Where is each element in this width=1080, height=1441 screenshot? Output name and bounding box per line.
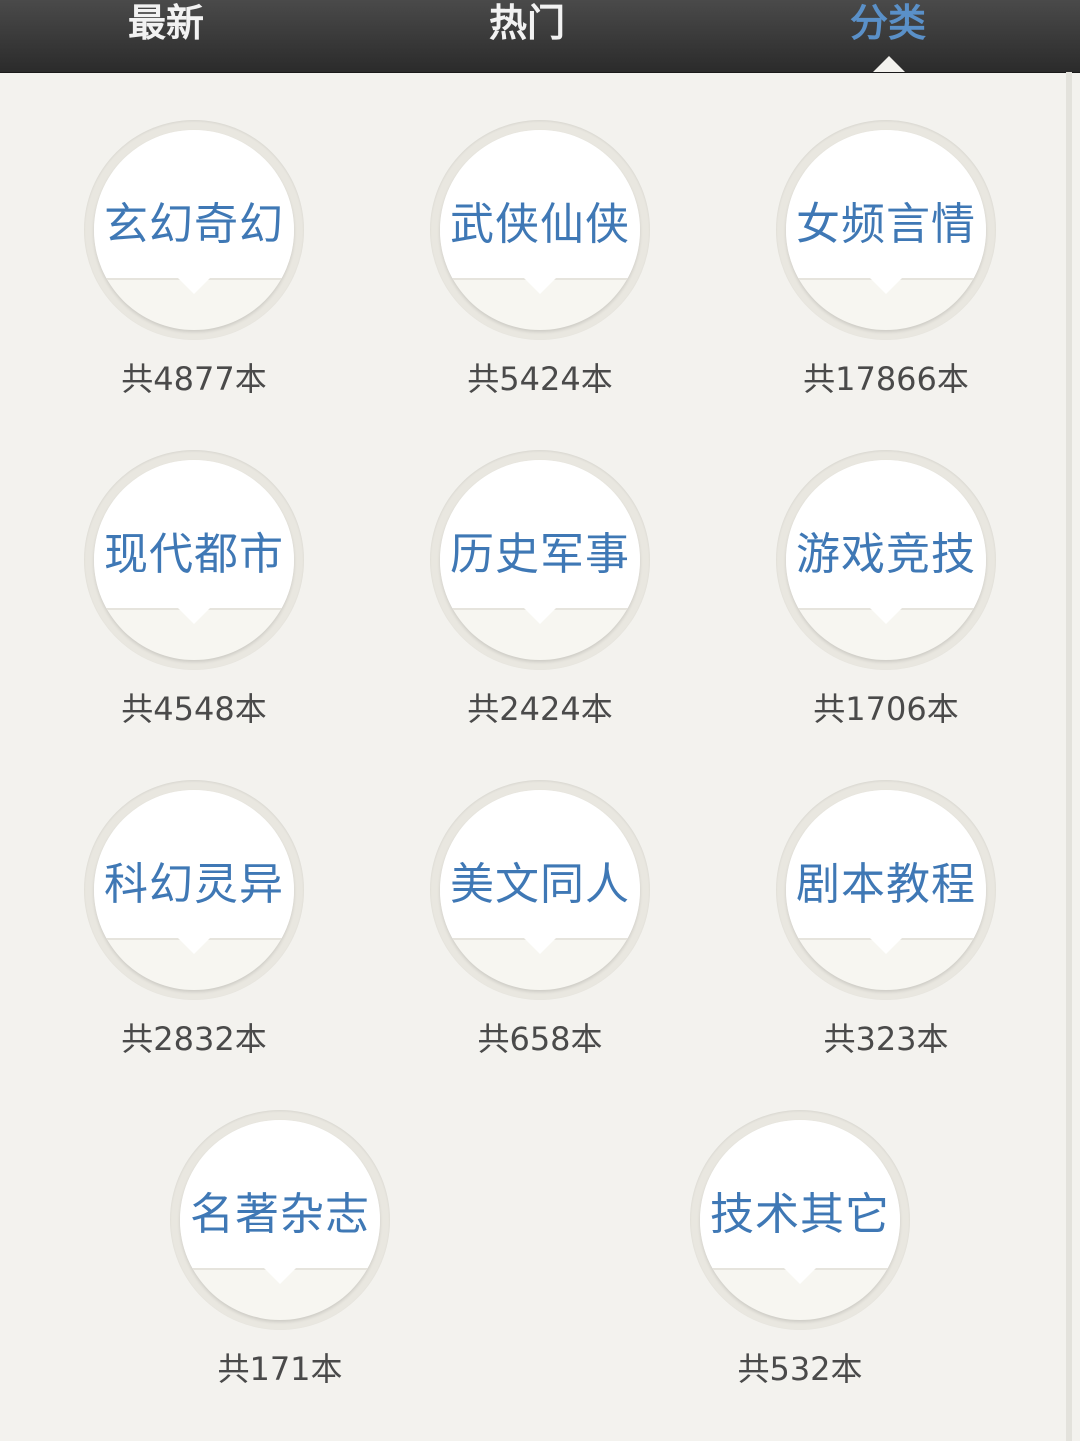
category-name: 技术其它 [710, 1189, 890, 1240]
bubble-pointer [264, 1268, 296, 1284]
bubble-pointer [178, 608, 210, 624]
category-bubble: 名著杂志 [180, 1120, 380, 1320]
category-fanfic[interactable]: 美文同人 共658本 [430, 780, 650, 1060]
category-name: 美文同人 [450, 859, 630, 910]
category-count: 共17866本 [803, 360, 969, 398]
category-gaming[interactable]: 游戏竞技 共1706本 [776, 450, 996, 730]
tab-categories[interactable]: 分类 [768, 0, 1008, 60]
category-count: 共2832本 [121, 1020, 267, 1058]
category-history[interactable]: 历史军事 共2424本 [430, 450, 650, 730]
tab-latest[interactable]: 最新 [46, 0, 286, 60]
category-bubble: 玄幻奇幻 [94, 130, 294, 330]
category-count: 共532本 [737, 1350, 863, 1388]
bubble-pointer [870, 608, 902, 624]
top-tab-bar: 最新 热门 分类 [0, 0, 1080, 73]
category-name: 现代都市 [104, 529, 284, 580]
category-tech-other[interactable]: 技术其它 共532本 [690, 1110, 910, 1390]
category-name: 游戏竞技 [796, 529, 976, 580]
category-bubble: 科幻灵异 [94, 790, 294, 990]
bubble-pointer [870, 278, 902, 294]
bubble-pointer [784, 1268, 816, 1284]
bubble-pointer [178, 938, 210, 954]
category-count: 共2424本 [467, 690, 613, 728]
category-scifi[interactable]: 科幻灵异 共2832本 [84, 780, 304, 1060]
category-name: 剧本教程 [796, 859, 976, 910]
category-count: 共5424本 [467, 360, 613, 398]
category-count: 共4877本 [121, 360, 267, 398]
category-urban[interactable]: 现代都市 共4548本 [84, 450, 304, 730]
bubble-pointer [178, 278, 210, 294]
category-name: 名著杂志 [190, 1189, 370, 1240]
category-count: 共658本 [477, 1020, 603, 1058]
category-romance[interactable]: 女频言情 共17866本 [776, 120, 996, 400]
category-name: 武侠仙侠 [450, 199, 630, 250]
category-count: 共1706本 [813, 690, 959, 728]
category-bubble: 美文同人 [440, 790, 640, 990]
category-bubble: 女频言情 [786, 130, 986, 330]
category-count: 共4548本 [121, 690, 267, 728]
bubble-pointer [524, 278, 556, 294]
category-bubble: 剧本教程 [786, 790, 986, 990]
category-bubble: 武侠仙侠 [440, 130, 640, 330]
category-name: 科幻灵异 [104, 859, 284, 910]
active-tab-pointer [873, 56, 905, 72]
bubble-pointer [870, 938, 902, 954]
tab-hot[interactable]: 热门 [407, 0, 647, 60]
category-scripts[interactable]: 剧本教程 共323本 [776, 780, 996, 1060]
category-xuanhuan[interactable]: 玄幻奇幻 共4877本 [84, 120, 304, 400]
category-count: 共171本 [217, 1350, 343, 1388]
category-name: 历史军事 [450, 529, 630, 580]
category-bubble: 历史军事 [440, 460, 640, 660]
category-bubble: 现代都市 [94, 460, 294, 660]
bubble-pointer [524, 608, 556, 624]
category-bubble: 技术其它 [700, 1120, 900, 1320]
category-count: 共323本 [823, 1020, 949, 1058]
bubble-pointer [524, 938, 556, 954]
category-grid: 玄幻奇幻 共4877本 武侠仙侠 共5424本 女频言情 共17866本 现代都… [0, 72, 1080, 1441]
category-classics[interactable]: 名著杂志 共171本 [170, 1110, 390, 1390]
category-name: 女频言情 [796, 199, 976, 250]
category-bubble: 游戏竞技 [786, 460, 986, 660]
category-wuxia[interactable]: 武侠仙侠 共5424本 [430, 120, 650, 400]
category-name: 玄幻奇幻 [104, 199, 284, 250]
